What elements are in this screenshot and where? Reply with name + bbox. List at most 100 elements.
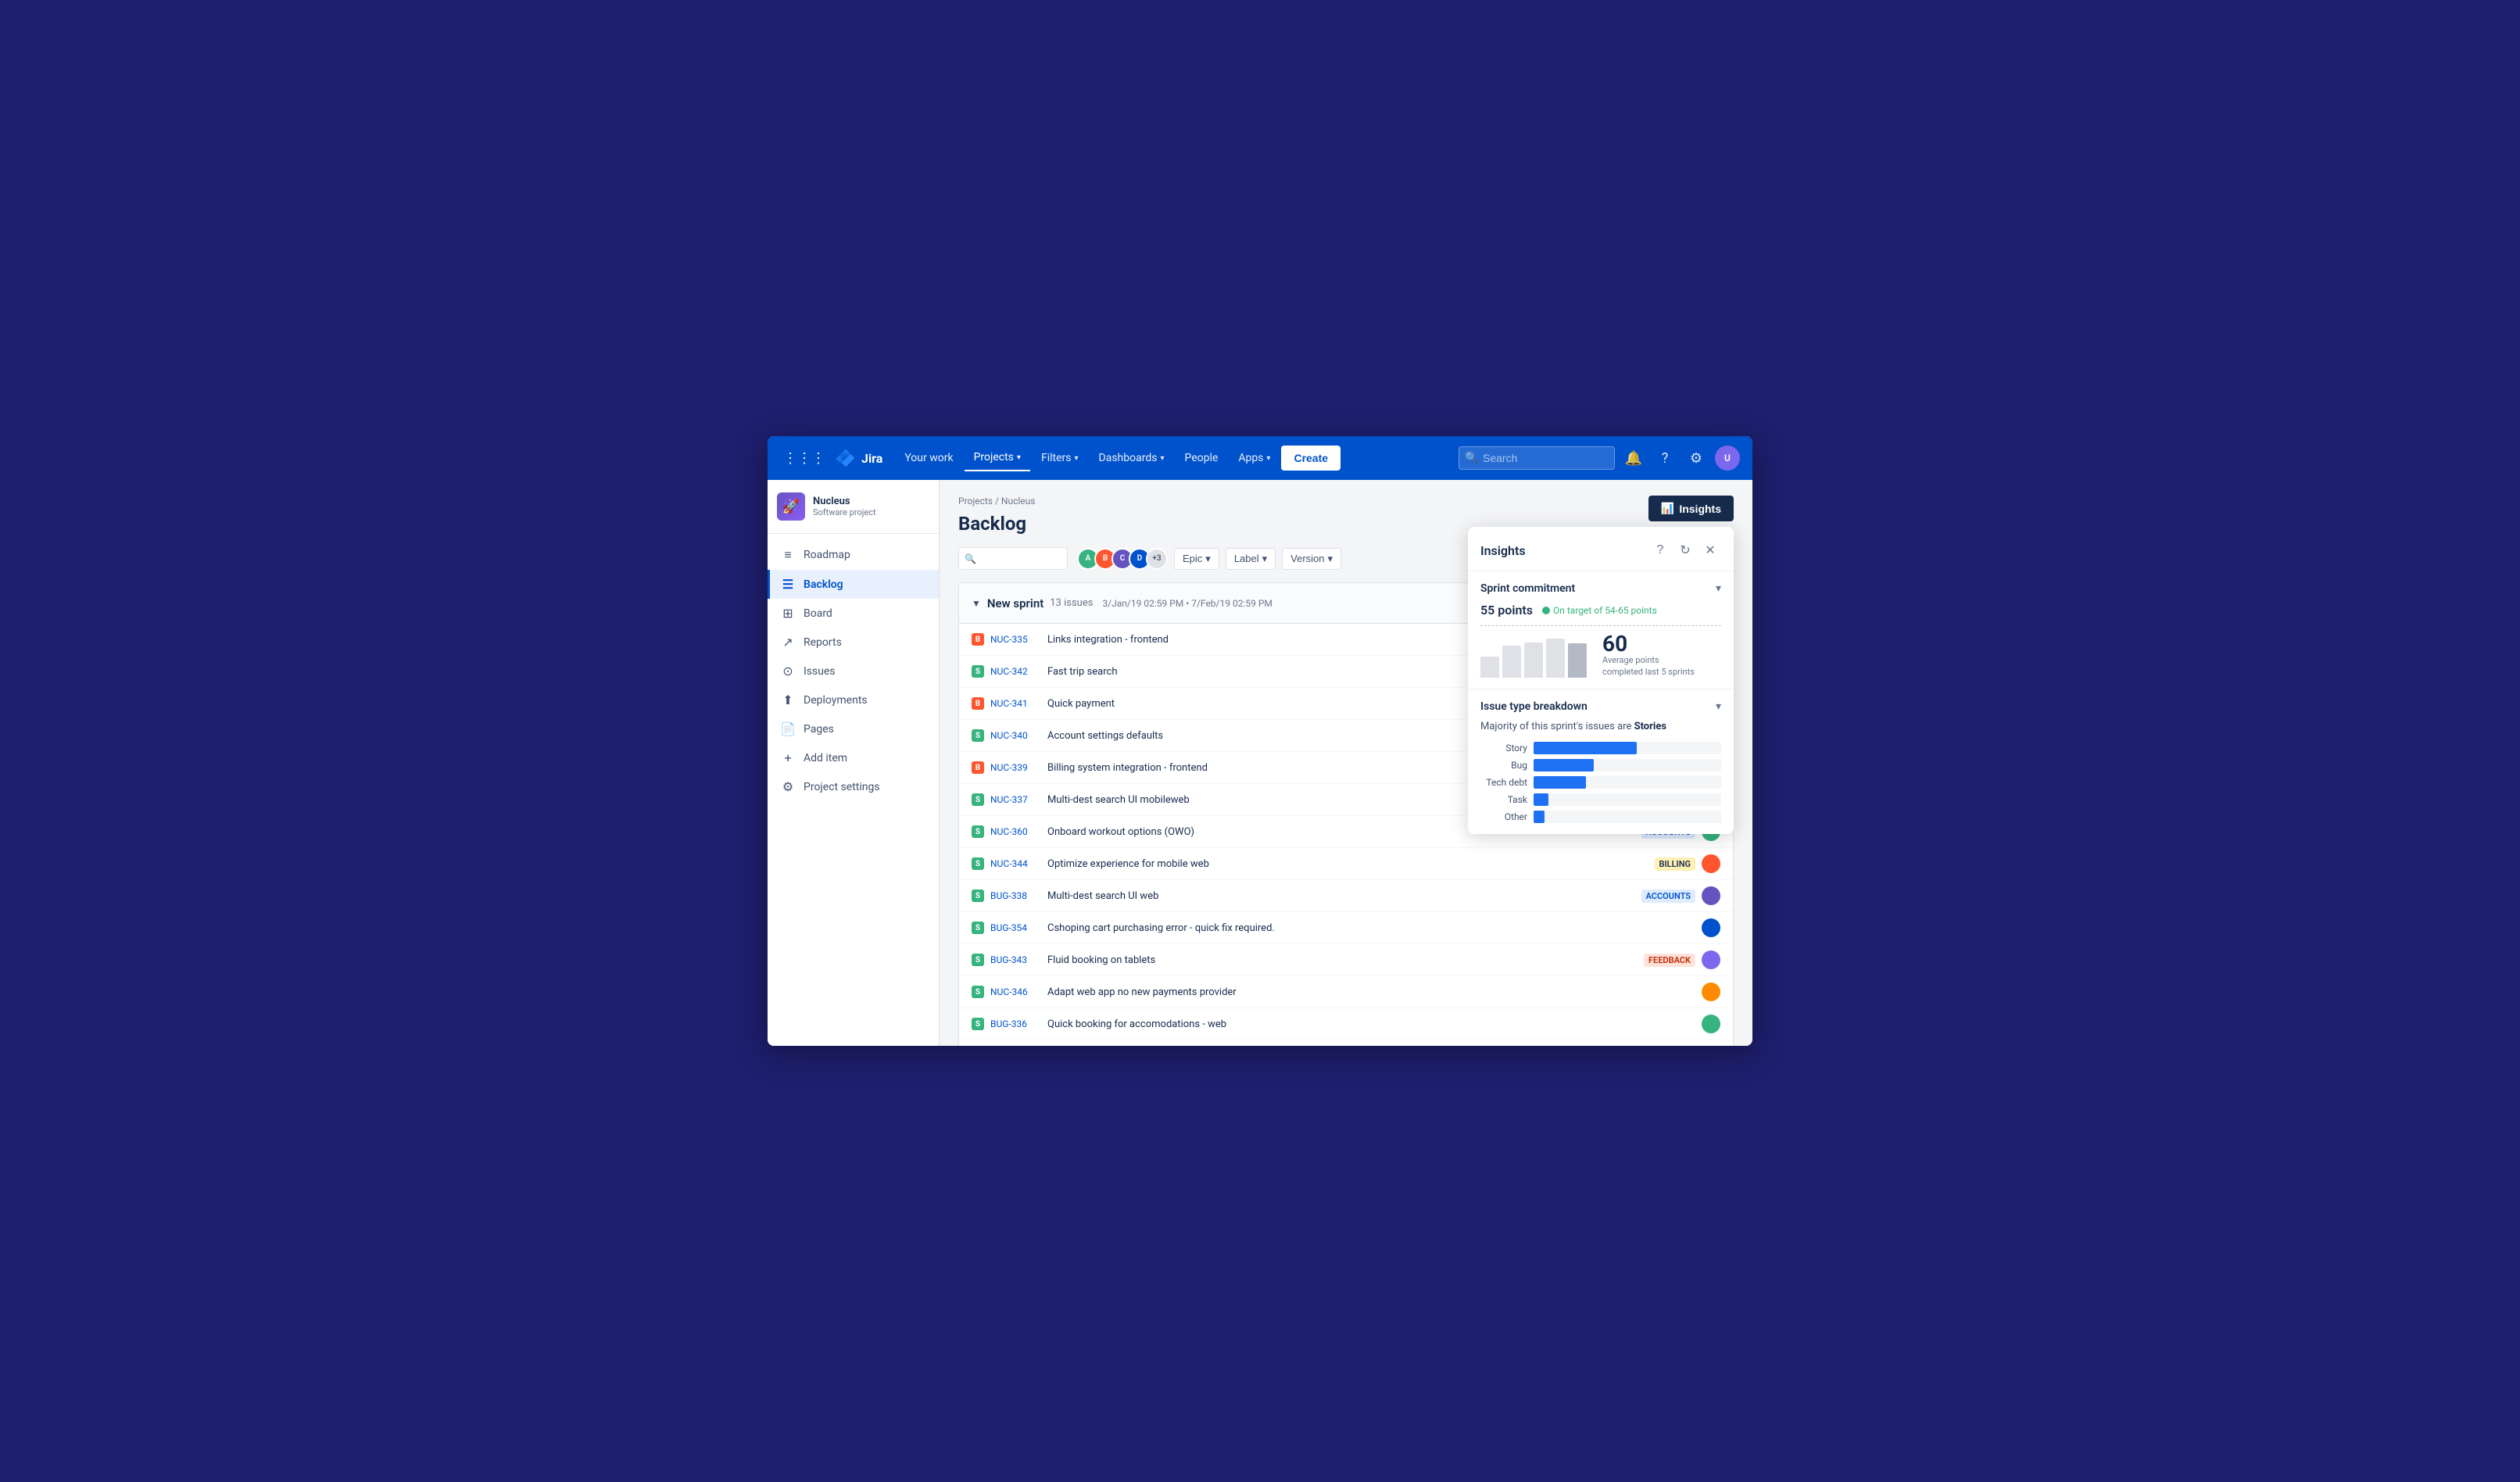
search-input[interactable] (1459, 446, 1615, 470)
jira-wordmark: Jira (861, 451, 882, 466)
help-icon[interactable]: ? (1652, 446, 1677, 471)
breadcrumb-projects[interactable]: Projects (958, 496, 993, 507)
breakdown-bar-row: Bug (1480, 759, 1721, 771)
grid-icon[interactable]: ⋮⋮⋮ (780, 447, 829, 470)
issue-key: BUG-343 (990, 954, 1041, 965)
bar-track (1534, 811, 1721, 823)
issue-label: ACCOUNTS (1641, 890, 1695, 903)
breakdown-bar-row: Other (1480, 811, 1721, 823)
breakdown-chevron[interactable]: ▾ (1716, 700, 1721, 713)
insights-close-btn[interactable]: ✕ (1699, 539, 1721, 561)
sidebar-item-pages[interactable]: 📄 Pages (768, 714, 939, 743)
sidebar-item-add-item[interactable]: + Add item (768, 743, 939, 772)
issue-row[interactable]: S BUG-338 Multi-dest search UI web ACCOU… (959, 880, 1733, 912)
jira-logo[interactable]: Jira (835, 447, 882, 469)
create-issue-row[interactable]: + Create issue (959, 1040, 1733, 1046)
issue-avatar (1702, 918, 1720, 937)
bar-fill (1534, 793, 1548, 806)
sidebar-item-board[interactable]: ⊞ Board (768, 599, 939, 628)
nav-apps[interactable]: Apps ▾ (1229, 446, 1280, 471)
insights-header-icons: ? ↻ ✕ (1649, 539, 1721, 561)
nav-right: 🔍 🔔 ? ⚙ U (1459, 446, 1740, 471)
bar-wrap (1480, 657, 1499, 678)
issue-key: NUC-341 (990, 698, 1041, 709)
bar-fill (1534, 776, 1586, 789)
issue-key: NUC-344 (990, 858, 1041, 869)
breadcrumb-separator: / (995, 496, 1001, 507)
version-filter-btn[interactable]: Version ▾ (1282, 548, 1341, 570)
breadcrumb-project[interactable]: Nucleus (1001, 496, 1036, 507)
issue-avatar (1702, 983, 1720, 1001)
issue-row[interactable]: S BUG-354 Cshoping cart purchasing error… (959, 912, 1733, 944)
sidebar-item-project-settings[interactable]: ⚙ Project settings (768, 772, 939, 801)
issue-type-icon: S (972, 954, 984, 966)
epic-filter-btn[interactable]: Epic ▾ (1174, 548, 1219, 570)
sidebar-item-reports[interactable]: ↗ Reports (768, 628, 939, 657)
sprint-commitment-section: Sprint commitment ▾ 55 points On target … (1468, 571, 1734, 689)
bar-label: Tech debt (1480, 777, 1527, 788)
insights-help-btn[interactable]: ? (1649, 539, 1671, 561)
issue-key: BUG-336 (990, 1018, 1041, 1029)
issue-type-icon: S (972, 729, 984, 742)
sidebar-label-reports: Reports (804, 636, 842, 649)
nav-your-work[interactable]: Your work (895, 446, 962, 471)
sprint-collapse-btn[interactable]: ▼ (972, 598, 981, 609)
issue-avatar (1702, 1015, 1720, 1033)
issue-type-icon: S (972, 922, 984, 934)
nav-dashboards[interactable]: Dashboards ▾ (1090, 446, 1174, 471)
issue-key: BUG-338 (990, 890, 1041, 901)
breakdown-title: Issue type breakdown (1480, 700, 1588, 713)
deployments-icon: ⬆ (780, 693, 796, 707)
settings-icon[interactable]: ⚙ (1684, 446, 1709, 471)
issue-avatar (1702, 854, 1720, 873)
create-button[interactable]: Create (1281, 446, 1341, 471)
issue-label: FEEDBACK (1644, 954, 1695, 967)
issue-avatar (1702, 886, 1720, 905)
project-header[interactable]: 🚀 Nucleus Software project (768, 480, 939, 534)
issue-type-icon: B (972, 697, 984, 710)
issue-key: NUC-360 (990, 826, 1041, 837)
nav-projects[interactable]: Projects ▾ (965, 445, 1030, 471)
issue-key: NUC-335 (990, 634, 1041, 645)
epic-chevron-icon: ▾ (1205, 553, 1211, 565)
sidebar-item-backlog[interactable]: ☰ Backlog (768, 570, 939, 599)
bar-track (1534, 742, 1721, 754)
project-settings-icon: ⚙ (780, 779, 796, 794)
issue-row[interactable]: S BUG-343 Fluid booking on tablets FEEDB… (959, 944, 1733, 976)
notifications-icon[interactable]: 🔔 (1621, 446, 1646, 471)
sprint-commitment-chevron[interactable]: ▾ (1716, 582, 1721, 595)
sidebar-item-roadmap[interactable]: ≡ Roadmap (768, 540, 939, 570)
sidebar-item-deployments[interactable]: ⬆ Deployments (768, 686, 939, 714)
commitment-points: 55 points (1480, 603, 1533, 618)
breakdown-bar-row: Tech debt (1480, 776, 1721, 789)
breakdown-subtitle-prefix: Majority of this sprint's issues are (1480, 721, 1631, 732)
insights-panel: Insights ? ↻ ✕ Sprint commitment ▾ 55 po… (1468, 527, 1734, 834)
issue-type-icon: S (972, 665, 984, 678)
nav-items: Your work Projects ▾ Filters ▾ Dashboard… (895, 445, 1452, 471)
breakdown-subtitle: Majority of this sprint's issues are Sto… (1480, 721, 1721, 732)
nav-people[interactable]: People (1175, 446, 1227, 471)
issue-row[interactable]: S BUG-336 Quick booking for accomodation… (959, 1008, 1733, 1040)
sidebar-item-issues[interactable]: ⊙ Issues (768, 657, 939, 686)
project-icon: 🚀 (777, 492, 805, 521)
dashboards-chevron-icon: ▾ (1160, 454, 1164, 463)
label-filter-btn[interactable]: Label ▾ (1226, 548, 1276, 570)
avatar-more[interactable]: +3 (1146, 548, 1168, 570)
issue-row[interactable]: S NUC-344 Optimize experience for mobile… (959, 848, 1733, 880)
breakdown-subtitle-highlight: Stories (1634, 721, 1666, 732)
issue-type-icon: S (972, 825, 984, 838)
user-avatar[interactable]: U (1715, 446, 1740, 471)
issue-row[interactable]: S NUC-346 Adapt web app no new payments … (959, 976, 1733, 1008)
avatars-group: A B C D +3 (1077, 548, 1168, 570)
insights-panel-header: Insights ? ↻ ✕ (1468, 527, 1734, 571)
insights-button[interactable]: 📊 Insights (1648, 496, 1734, 521)
bar-wrap (1502, 646, 1521, 678)
bar-label: Other (1480, 811, 1527, 822)
insights-refresh-btn[interactable]: ↻ (1674, 539, 1696, 561)
nav-filters[interactable]: Filters ▾ (1032, 446, 1088, 471)
reports-icon: ↗ (780, 635, 796, 650)
average-label: Average pointscompleted last 5 sprints (1602, 655, 1695, 678)
search-input-wrapper: 🔍 (958, 547, 1068, 570)
breakdown-bar-row: Story (1480, 742, 1721, 754)
breakdown-header: Issue type breakdown ▾ (1480, 700, 1721, 713)
